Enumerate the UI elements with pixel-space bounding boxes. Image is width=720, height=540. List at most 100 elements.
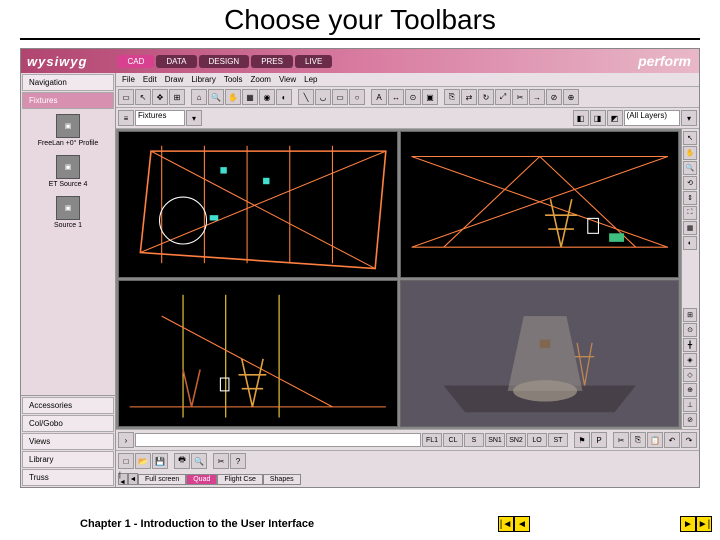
- nav-prev-button[interactable]: ◄: [514, 516, 530, 532]
- tool-arc-icon[interactable]: ◡: [315, 89, 331, 105]
- rtool-shaded-icon[interactable]: ◐: [683, 236, 697, 250]
- file-open-icon[interactable]: 📂: [135, 453, 151, 469]
- sidebar-colgobo[interactable]: Col/Gobo: [22, 415, 114, 432]
- file-save-icon[interactable]: 💾: [152, 453, 168, 469]
- sidebar-views[interactable]: Views: [22, 433, 114, 450]
- tool-extend-icon[interactable]: →: [529, 89, 545, 105]
- status-lo[interactable]: LO: [527, 433, 547, 447]
- status-sn1[interactable]: SN1: [485, 433, 505, 447]
- tool-rect-icon[interactable]: ▭: [332, 89, 348, 105]
- rtool-snap-line-icon[interactable]: ╋: [683, 338, 697, 352]
- tool-rotate-icon[interactable]: ↻: [478, 89, 494, 105]
- rtool-snap-end-icon[interactable]: ◇: [683, 368, 697, 382]
- command-input[interactable]: [135, 433, 421, 447]
- rtool-snap-tan-icon[interactable]: ⊘: [683, 413, 697, 427]
- tab-shapes[interactable]: Shapes: [263, 474, 301, 485]
- tab-flightcase[interactable]: Flight Cse: [217, 474, 263, 485]
- rtool-zoom-icon[interactable]: 🔍: [683, 161, 697, 175]
- dropdown-arrow-icon[interactable]: ▾: [186, 110, 202, 126]
- mode-cad[interactable]: CAD: [117, 55, 154, 68]
- status-redo-icon[interactable]: ↷: [681, 432, 697, 448]
- tool-grid-icon[interactable]: ▦: [242, 89, 258, 105]
- dropdown-arrow-icon[interactable]: ▾: [681, 110, 697, 126]
- file-preview-icon[interactable]: 🔍: [191, 453, 207, 469]
- menu-lep[interactable]: Lep: [304, 75, 317, 84]
- tool-copy-icon[interactable]: ⎘: [444, 89, 460, 105]
- nav-first-button[interactable]: |◄: [498, 516, 514, 532]
- tool-group-icon[interactable]: ▣: [422, 89, 438, 105]
- status-flag-icon[interactable]: ⚑: [574, 432, 590, 448]
- status-cl[interactable]: CL: [443, 433, 463, 447]
- tool-text-icon[interactable]: A: [371, 89, 387, 105]
- menu-zoom[interactable]: Zoom: [251, 75, 271, 84]
- status-sn2[interactable]: SN2: [506, 433, 526, 447]
- mode-data[interactable]: DATA: [156, 55, 196, 68]
- nav-last-button[interactable]: ►|: [696, 516, 712, 532]
- status-cut-icon[interactable]: ✂: [613, 432, 629, 448]
- status-fl1[interactable]: FL1: [422, 433, 442, 447]
- sidebar-accessories[interactable]: Accessories: [22, 397, 114, 414]
- tool-camera-icon[interactable]: ◉: [259, 89, 275, 105]
- tool-rulers-icon[interactable]: ⊞: [169, 89, 185, 105]
- tool-pan-icon[interactable]: ✋: [225, 89, 241, 105]
- rtool-snap-mid-icon[interactable]: ◈: [683, 353, 697, 367]
- sidebar-navigation[interactable]: Navigation: [22, 74, 114, 91]
- fixture-item[interactable]: ▣ ET Source 4: [21, 151, 115, 192]
- status-s[interactable]: S: [464, 433, 484, 447]
- sidebar-fixtures[interactable]: Fixtures: [22, 92, 114, 109]
- viewport-side[interactable]: [118, 280, 398, 427]
- tab-nav-first-icon[interactable]: |◄: [118, 473, 128, 485]
- tool-snap-icon[interactable]: ⊙: [405, 89, 421, 105]
- mode-live[interactable]: LIVE: [295, 55, 332, 68]
- file-help-icon[interactable]: ?: [230, 453, 246, 469]
- rtool-hand-icon[interactable]: ✋: [683, 146, 697, 160]
- rtool-snap-grid-icon[interactable]: ⊞: [683, 308, 697, 322]
- tool-zoom-icon[interactable]: 🔍: [208, 89, 224, 105]
- tool-break-icon[interactable]: ⊘: [546, 89, 562, 105]
- status-undo-icon[interactable]: ↶: [664, 432, 680, 448]
- tab-nav-prev-icon[interactable]: ◄: [128, 473, 138, 485]
- menu-file[interactable]: File: [122, 75, 135, 84]
- status-p-icon[interactable]: P: [591, 432, 607, 448]
- tool-line-icon[interactable]: ╲: [298, 89, 314, 105]
- menu-view[interactable]: View: [279, 75, 296, 84]
- menu-library[interactable]: Library: [191, 75, 215, 84]
- tool-select-icon[interactable]: ▭: [118, 89, 134, 105]
- file-print-icon[interactable]: 🖶: [174, 453, 190, 469]
- tool-move-icon[interactable]: ✥: [152, 89, 168, 105]
- tool-circle-icon[interactable]: ○: [349, 89, 365, 105]
- tool-layer3-icon[interactable]: ◩: [607, 110, 623, 126]
- fixtures-dropdown[interactable]: Fixtures: [135, 110, 185, 126]
- tool-arrow-icon[interactable]: ↖: [135, 89, 151, 105]
- rtool-dolly-icon[interactable]: ⇕: [683, 191, 697, 205]
- file-cut-icon[interactable]: ✂: [213, 453, 229, 469]
- rtool-snap-center-icon[interactable]: ⊕: [683, 383, 697, 397]
- viewport-3d[interactable]: [400, 280, 680, 427]
- layers-dropdown[interactable]: (All Layers): [624, 110, 680, 126]
- status-st[interactable]: ST: [548, 433, 568, 447]
- menu-draw[interactable]: Draw: [165, 75, 184, 84]
- viewport-front[interactable]: [400, 131, 680, 278]
- sidebar-truss[interactable]: Truss: [22, 469, 114, 486]
- nav-next-button[interactable]: ►: [680, 516, 696, 532]
- fixture-item[interactable]: ▣ Source 1: [21, 192, 115, 233]
- menu-edit[interactable]: Edit: [143, 75, 157, 84]
- tool-dim-icon[interactable]: ↔: [388, 89, 404, 105]
- tool-home-icon[interactable]: ⌂: [191, 89, 207, 105]
- tool-layers-icon[interactable]: ≡: [118, 110, 134, 126]
- sidebar-library[interactable]: Library: [22, 451, 114, 468]
- tool-trim-icon[interactable]: ✂: [512, 89, 528, 105]
- fixture-item[interactable]: ▣ FreeLan +0° Profile: [21, 110, 115, 151]
- rtool-wireframe-icon[interactable]: ▦: [683, 221, 697, 235]
- status-paste-icon[interactable]: 📋: [647, 432, 663, 448]
- file-new-icon[interactable]: □: [118, 453, 134, 469]
- status-copy-icon[interactable]: ⎘: [630, 432, 646, 448]
- tab-fullscreen[interactable]: Full screen: [138, 474, 186, 485]
- tool-layer2-icon[interactable]: ◨: [590, 110, 606, 126]
- mode-design[interactable]: DESIGN: [199, 55, 250, 68]
- rtool-snap-perp-icon[interactable]: ⊥: [683, 398, 697, 412]
- rtool-pointer-icon[interactable]: ↖: [683, 131, 697, 145]
- tool-mirror-icon[interactable]: ⇄: [461, 89, 477, 105]
- rtool-snap-point-icon[interactable]: ⊙: [683, 323, 697, 337]
- rtool-orbit-icon[interactable]: ⟲: [683, 176, 697, 190]
